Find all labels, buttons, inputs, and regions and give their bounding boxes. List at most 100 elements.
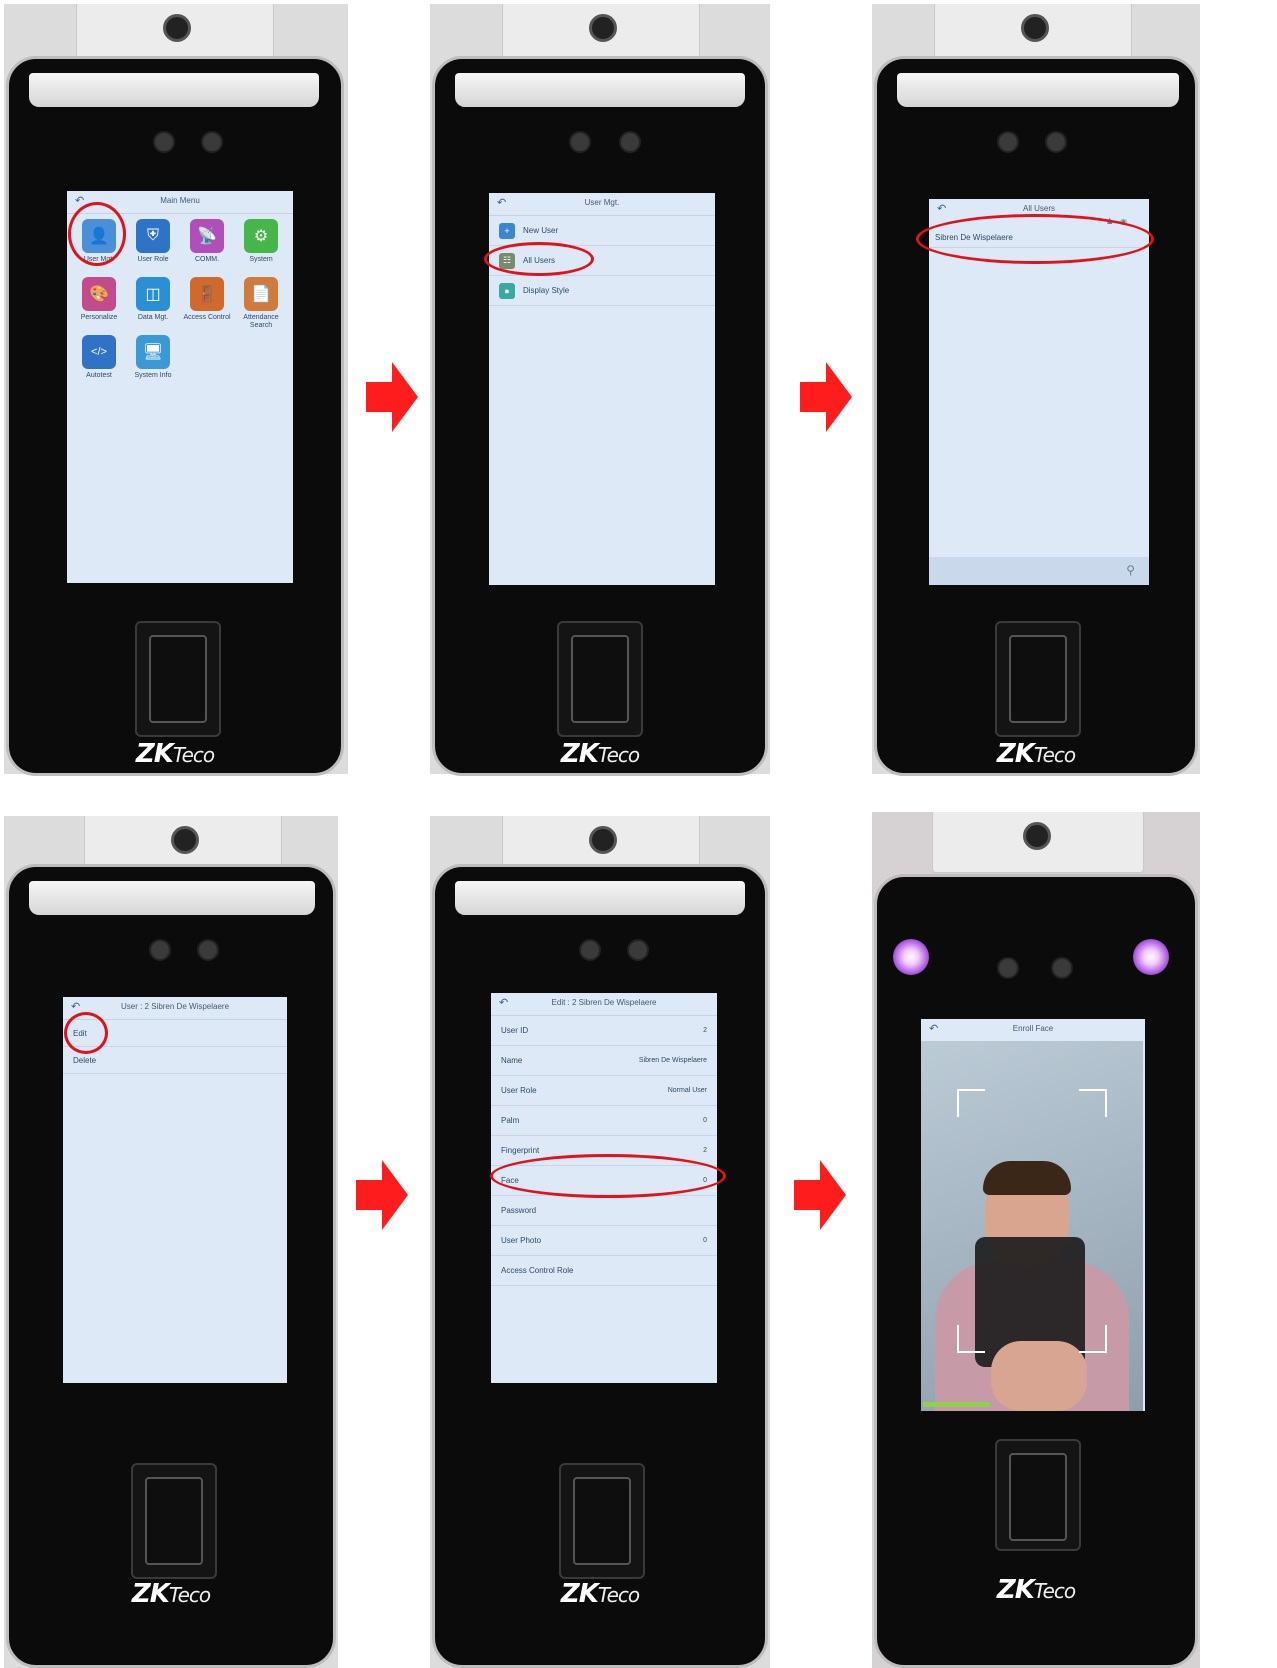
thermal-camera-plate <box>76 4 274 61</box>
menu-item-autotest[interactable]: </> Autotest <box>73 335 125 391</box>
fingerprint-window <box>573 1477 631 1565</box>
field-user-id[interactable]: User ID 2 <box>491 1016 717 1046</box>
light-bar <box>455 73 745 107</box>
arrow-right-icon <box>800 362 852 432</box>
menu-item-system[interactable]: ⚙ System <box>235 219 287 275</box>
fingerprint-reader <box>559 1463 645 1579</box>
menu-item-label: Personalize <box>80 314 118 321</box>
list-item-display-style[interactable]: ● Display Style <box>489 276 715 306</box>
light-bar <box>455 881 745 915</box>
monitor-icon: 🖥 <box>136 335 170 369</box>
door-icon: 🚪 <box>190 277 224 311</box>
field-user-role[interactable]: User Role Normal User <box>491 1076 717 1106</box>
device-body: ↶ Main Menu 👤 User Mgt. ⛨ User Role 📡 CO… <box>6 56 344 776</box>
field-user-photo[interactable]: User Photo 0 <box>491 1226 717 1256</box>
sensor <box>1051 957 1073 979</box>
sensor <box>627 939 649 961</box>
palette-icon: 🎨 <box>82 277 116 311</box>
panel-enroll-face: ↶ Enroll Face ZKTeco <box>872 812 1200 1668</box>
camera-lens <box>163 14 191 42</box>
field-password[interactable]: Password <box>491 1196 717 1226</box>
sensor <box>619 131 641 153</box>
screen-header: ↶ Enroll Face <box>921 1019 1145 1041</box>
field-palm[interactable]: Palm 0 <box>491 1106 717 1136</box>
brand-logo: ZKTeco <box>560 739 640 769</box>
menu-item-label: System <box>249 256 273 263</box>
panel-edit-user: ↶ Edit : 2 Sibren De Wispelaere User ID 2… <box>430 816 770 1668</box>
sensor <box>197 939 219 961</box>
hand <box>991 1341 1087 1411</box>
frame-corner <box>957 1325 985 1353</box>
camera-lens <box>589 14 617 42</box>
search-icon[interactable]: ⚲ <box>1126 563 1135 577</box>
device-screen: ↶ Enroll Face <box>921 1019 1145 1411</box>
search-bar[interactable]: ⚲ <box>929 557 1149 585</box>
fingerprint-reader <box>557 621 643 737</box>
menu-item-label: COMM. <box>194 256 220 263</box>
sensor <box>569 131 591 153</box>
menu-item-user-role[interactable]: ⛨ User Role <box>127 219 179 275</box>
field-access-control-role[interactable]: Access Control Role <box>491 1256 717 1286</box>
highlight-user-row <box>916 214 1154 264</box>
brand-logo: ZKTeco <box>996 1575 1076 1605</box>
screen-title: Enroll Face <box>1012 1024 1054 1033</box>
menu-item-label: System Info <box>134 372 172 379</box>
camera-lens <box>1023 822 1051 850</box>
sensor <box>997 957 1019 979</box>
sensor <box>1045 131 1067 153</box>
highlight-user-mgt <box>68 202 126 266</box>
fingerprint-window <box>145 1477 203 1565</box>
sensor <box>997 131 1019 153</box>
camera-preview <box>921 1041 1143 1411</box>
menu-item-label: Access Control <box>183 314 231 321</box>
thermal-camera-plate <box>932 812 1144 873</box>
panel-user-actions: ↶ User : 2 Sibren De Wispelaere Edit Del… <box>4 816 338 1668</box>
fingerprint-reader <box>135 621 221 737</box>
device-body: ↶ Edit : 2 Sibren De Wispelaere User ID 2… <box>432 864 768 1668</box>
brand-logo: ZKTeco <box>560 1579 640 1609</box>
menu-item-label: User Role <box>137 256 169 263</box>
ir-led <box>893 939 929 975</box>
fingerprint-window <box>1009 635 1067 723</box>
menu-item-comm[interactable]: 📡 COMM. <box>181 219 233 275</box>
highlight-face <box>490 1154 726 1198</box>
menu-item-system-info[interactable]: 🖥 System Info <box>127 335 179 391</box>
shield-icon: ⛨ <box>136 219 170 253</box>
thermal-camera-plate <box>502 4 700 61</box>
arrow-right-icon <box>366 362 418 432</box>
frame-corner <box>957 1089 985 1117</box>
list-item-new-user[interactable]: + New User <box>489 216 715 246</box>
fingerprint-window <box>149 635 207 723</box>
person-hair <box>983 1161 1071 1195</box>
fingerprint-window <box>571 635 629 723</box>
panel-all-users: ↶ All Users ♟ ◉ Sibren De Wispelaere ⚲ Z… <box>872 4 1200 776</box>
menu-item-access-control[interactable]: 🚪 Access Control <box>181 277 233 333</box>
camera-lens <box>171 826 199 854</box>
light-bar <box>29 881 315 915</box>
satellite-icon: 📡 <box>190 219 224 253</box>
camera-lens <box>1021 14 1049 42</box>
brand-logo: ZKTeco <box>131 1579 211 1609</box>
menu-item-data-mgt[interactable]: ◫ Data Mgt. <box>127 277 179 333</box>
menu-item-personalize[interactable]: 🎨 Personalize <box>73 277 125 333</box>
field-name[interactable]: Name Sibren De Wispelaere <box>491 1046 717 1076</box>
device-body: ↶ User : 2 Sibren De Wispelaere Edit Del… <box>6 864 336 1668</box>
ir-led <box>1133 939 1169 975</box>
camera-lens <box>589 826 617 854</box>
screen-title: User : 2 Sibren De Wispelaere <box>120 1002 230 1011</box>
panel-user-mgt: ↶ User Mgt. + New User ☷ All Users ● Dis… <box>430 4 770 776</box>
fingerprint-reader <box>995 621 1081 737</box>
database-icon: ◫ <box>136 277 170 311</box>
menu-item-label: Data Mgt. <box>137 314 169 321</box>
brand-logo: ZKTeco <box>135 739 215 769</box>
screen-title: Edit : 2 Sibren De Wispelaere <box>551 998 657 1007</box>
device-body: ↶ User Mgt. + New User ☷ All Users ● Dis… <box>432 56 768 776</box>
menu-item-attendance-search[interactable]: 📄 Attendance Search <box>235 277 287 333</box>
fingerprint-reader <box>131 1463 217 1579</box>
code-icon: </> <box>82 335 116 369</box>
arrow-right-icon <box>794 1160 846 1230</box>
add-user-icon: + <box>499 222 515 239</box>
display-style-icon: ● <box>499 282 515 299</box>
screen-title: All Users <box>1022 204 1055 213</box>
brand-logo: ZKTeco <box>996 739 1076 769</box>
